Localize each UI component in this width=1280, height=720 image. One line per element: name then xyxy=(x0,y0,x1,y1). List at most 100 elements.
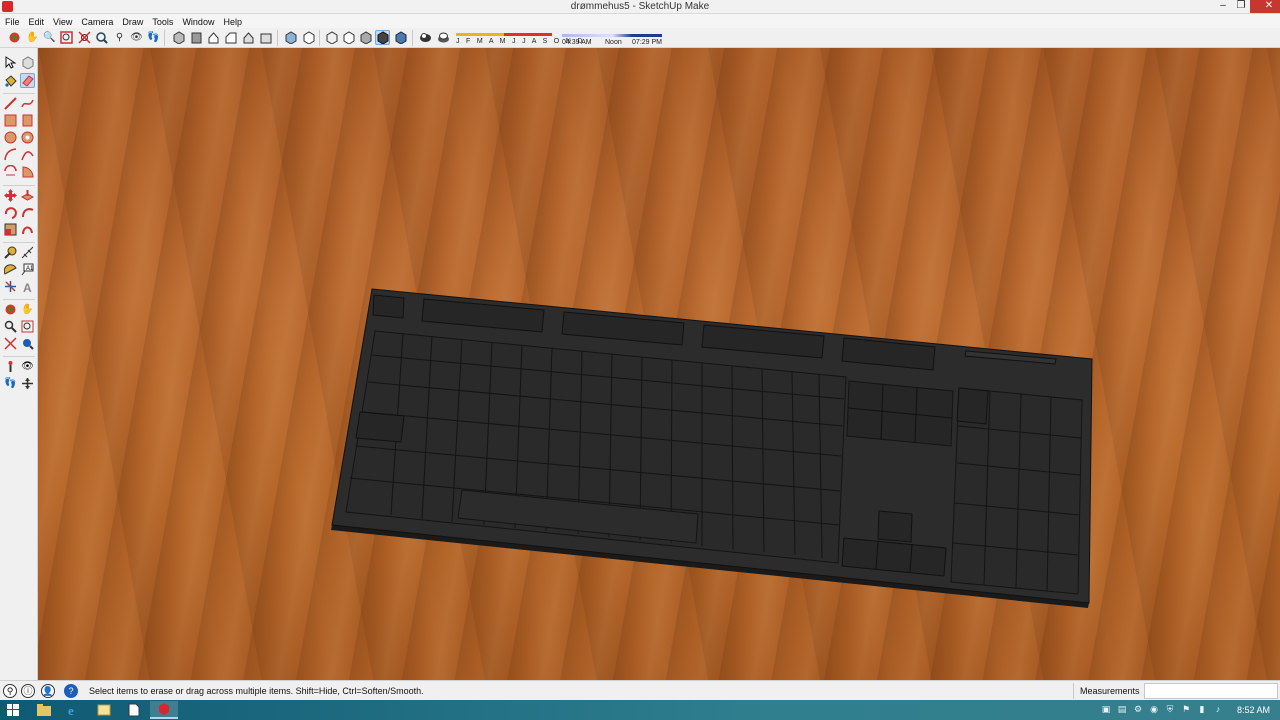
right-view-icon[interactable] xyxy=(223,30,238,45)
iso-view-icon[interactable] xyxy=(171,30,186,45)
offset-icon[interactable] xyxy=(20,222,35,237)
rotate-icon[interactable] xyxy=(3,205,18,220)
orbit-icon[interactable] xyxy=(7,30,22,45)
dimension-icon[interactable] xyxy=(20,245,35,260)
position-camera-tool-icon[interactable] xyxy=(3,359,18,374)
circle-icon[interactable] xyxy=(3,130,18,145)
arc-icon[interactable] xyxy=(3,147,18,162)
wireframe-icon[interactable] xyxy=(324,30,339,45)
tray-app5-icon[interactable]: ⛨ xyxy=(1164,703,1176,715)
internet-explorer-icon[interactable]: e xyxy=(60,701,88,719)
folder-icon[interactable] xyxy=(90,701,118,719)
previous-tool-icon[interactable] xyxy=(20,336,35,351)
pie-icon[interactable] xyxy=(20,164,35,179)
tray-app2-icon[interactable]: ▤ xyxy=(1116,703,1128,715)
eraser-icon[interactable] xyxy=(20,73,35,88)
window-title: drømmehus5 - SketchUp Make xyxy=(570,1,710,12)
flag-icon[interactable]: ⚑ xyxy=(1180,703,1192,715)
pan-icon[interactable]: ✋ xyxy=(25,30,40,45)
volume-icon[interactable]: ♪ xyxy=(1212,703,1224,715)
3d-text-icon[interactable]: A xyxy=(20,279,35,294)
text-icon[interactable]: A1 xyxy=(20,262,35,277)
minimize-button[interactable]: – xyxy=(1214,0,1232,13)
time-start-label: 04:39 AM xyxy=(562,39,592,46)
walk-icon[interactable]: 👣 xyxy=(146,30,161,45)
axes-icon[interactable] xyxy=(3,279,18,294)
left-view-icon[interactable] xyxy=(258,30,273,45)
tray-app4-icon[interactable]: ◉ xyxy=(1148,703,1160,715)
pan-tool-icon[interactable]: ✋ xyxy=(20,302,35,317)
polygon-icon[interactable] xyxy=(20,130,35,145)
windows-taskbar: e ▣ ▤ ⚙ ◉ ⛨ ⚑ ▮ ♪ 8:52 AM xyxy=(0,700,1280,720)
tool-palette: A1 A ✋ 👁 👣 xyxy=(0,48,38,680)
hidden-line-icon[interactable] xyxy=(341,30,356,45)
shadows-toggle-icon[interactable] xyxy=(418,30,433,45)
sign-in-icon[interactable]: 👤 xyxy=(41,684,55,698)
close-button[interactable]: ✕ xyxy=(1250,0,1280,13)
section-plane-icon[interactable] xyxy=(20,376,35,391)
start-button[interactable] xyxy=(2,701,24,719)
document-icon[interactable] xyxy=(120,701,148,719)
zoom-icon[interactable]: 🔍 xyxy=(42,30,57,45)
front-view-icon[interactable] xyxy=(206,30,221,45)
move-icon[interactable] xyxy=(3,188,18,203)
walk-tool-icon[interactable]: 👣 xyxy=(3,376,18,391)
zoom-window-tool-icon[interactable] xyxy=(20,319,35,334)
menu-window[interactable]: Window xyxy=(177,15,218,27)
keyboard-model[interactable] xyxy=(38,48,1280,680)
file-explorer-icon[interactable] xyxy=(30,701,58,719)
menu-file[interactable]: File xyxy=(0,15,24,27)
zoom-extents-icon[interactable] xyxy=(77,30,92,45)
shaded-icon[interactable] xyxy=(358,30,373,45)
geo-location-icon[interactable]: ⚲ xyxy=(3,684,17,698)
select-icon[interactable] xyxy=(3,55,18,70)
look-around-icon[interactable]: 👁 xyxy=(129,30,144,45)
make-component-icon[interactable] xyxy=(20,55,35,70)
tray-app-icon[interactable]: ▣ xyxy=(1100,703,1112,715)
menu-tools[interactable]: Tools xyxy=(147,15,177,27)
taskbar-clock[interactable]: 8:52 AM xyxy=(1237,705,1270,715)
time-noon-label: Noon xyxy=(605,39,622,46)
sketchup-icon[interactable] xyxy=(150,701,178,719)
instructor-help-icon[interactable]: ? xyxy=(64,684,78,698)
line-icon[interactable] xyxy=(3,96,18,111)
measurements-input[interactable] xyxy=(1144,683,1278,699)
rectangle-icon[interactable] xyxy=(3,113,18,128)
back-view-icon[interactable] xyxy=(241,30,256,45)
x-ray-icon[interactable] xyxy=(283,30,298,45)
shadow-month-slider[interactable]: J F M A M J J A S O N D xyxy=(456,29,582,47)
orbit-tool-icon[interactable] xyxy=(3,302,18,317)
zoom-tool-icon[interactable] xyxy=(3,319,18,334)
three-point-arc-icon[interactable] xyxy=(3,164,18,179)
menu-edit[interactable]: Edit xyxy=(24,15,49,27)
maximize-button[interactable]: ❐ xyxy=(1232,0,1250,13)
menu-help[interactable]: Help xyxy=(218,15,246,27)
protractor-icon[interactable] xyxy=(3,262,18,277)
back-edges-icon[interactable] xyxy=(301,30,316,45)
previous-view-icon[interactable] xyxy=(94,30,109,45)
shadow-time-slider[interactable]: 04:39 AM Noon 07:29 PM xyxy=(562,29,662,47)
scale-icon[interactable] xyxy=(3,222,18,237)
rotated-rectangle-icon[interactable] xyxy=(20,113,35,128)
tray-app3-icon[interactable]: ⚙ xyxy=(1132,703,1144,715)
look-around-tool-icon[interactable]: 👁 xyxy=(20,359,35,374)
shadow-settings-icon[interactable] xyxy=(436,30,451,45)
paint-bucket-icon[interactable] xyxy=(3,73,18,88)
zoom-window-icon[interactable] xyxy=(59,30,74,45)
monochrome-icon[interactable] xyxy=(393,30,408,45)
network-icon[interactable]: ▮ xyxy=(1196,703,1208,715)
position-camera-icon[interactable]: ⚲ xyxy=(112,30,127,45)
tape-measure-icon[interactable] xyxy=(3,245,18,260)
menu-view[interactable]: View xyxy=(48,15,76,27)
shaded-textures-icon[interactable] xyxy=(375,30,390,45)
credits-icon[interactable]: ⓘ xyxy=(21,684,35,698)
two-point-arc-icon[interactable] xyxy=(20,147,35,162)
menu-camera[interactable]: Camera xyxy=(76,15,117,27)
model-viewport[interactable] xyxy=(38,48,1280,680)
push-pull-icon[interactable] xyxy=(20,188,35,203)
menu-draw[interactable]: Draw xyxy=(117,15,147,27)
follow-me-icon[interactable] xyxy=(20,205,35,220)
top-view-icon[interactable] xyxy=(189,30,204,45)
freehand-icon[interactable] xyxy=(20,96,35,111)
zoom-extents-tool-icon[interactable] xyxy=(3,336,18,351)
